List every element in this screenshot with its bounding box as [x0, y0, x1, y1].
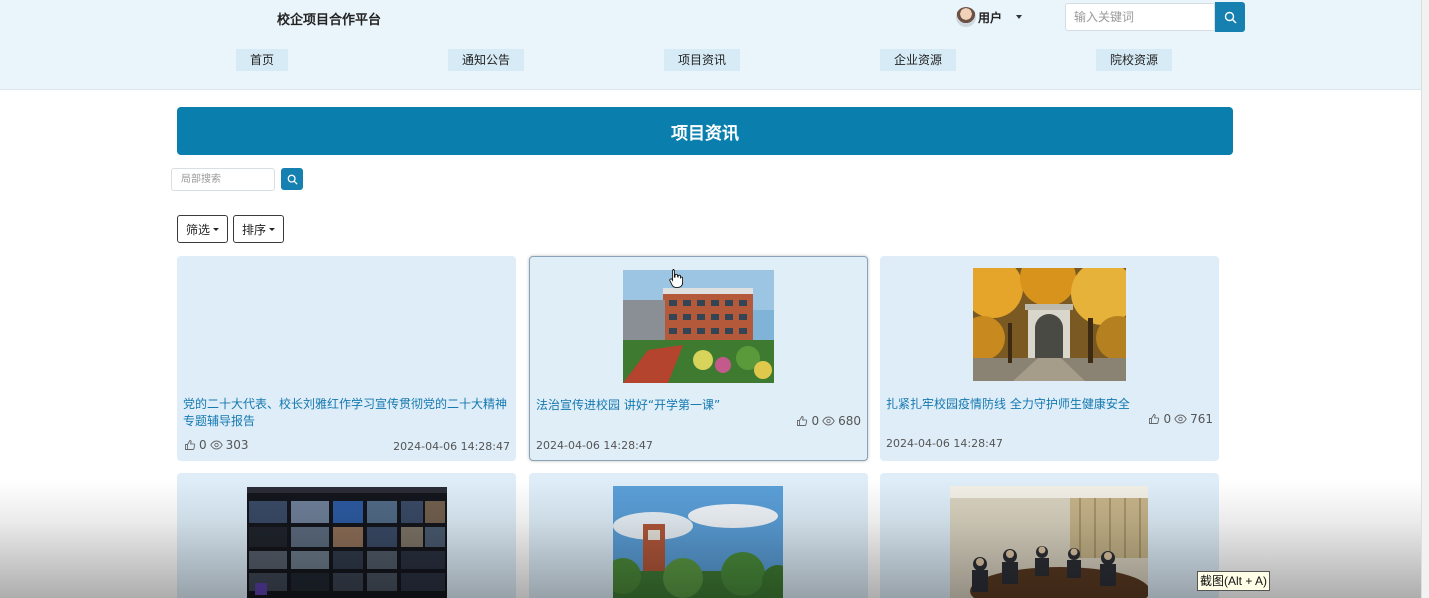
news-card[interactable] — [177, 473, 516, 598]
chevron-down-icon — [269, 227, 276, 231]
news-card-image[interactable] — [950, 486, 1148, 598]
search-button[interactable] — [1215, 2, 1245, 32]
site-title[interactable]: 校企项目合作平台 — [277, 9, 381, 28]
news-card-image[interactable] — [623, 270, 774, 383]
nav-home[interactable]: 首页 — [236, 49, 289, 71]
nav-college-resources[interactable]: 院校资源 — [1096, 49, 1173, 71]
news-card-stats: 0 303 — [184, 438, 249, 452]
news-card[interactable] — [529, 473, 868, 598]
scrollbar[interactable] — [1421, 0, 1429, 598]
avatar[interactable] — [956, 7, 976, 27]
like-count: 0 — [1163, 412, 1172, 426]
eye-icon — [822, 416, 835, 426]
local-search-button[interactable] — [281, 168, 303, 190]
thumb-up-icon[interactable] — [184, 439, 196, 451]
news-card-title[interactable]: 法治宣传进校园 讲好“开学第一课” — [536, 397, 866, 414]
search-icon — [1224, 11, 1236, 23]
like-count: 0 — [199, 438, 207, 452]
news-card-image[interactable] — [613, 486, 783, 598]
page-title-banner: 项目资讯 — [177, 107, 1233, 155]
search-icon — [287, 174, 298, 185]
view-count: 680 — [838, 414, 861, 428]
hand-cursor-icon — [669, 269, 683, 288]
nav-enterprise-resources[interactable]: 企业资源 — [880, 49, 957, 71]
thumb-up-icon[interactable] — [796, 415, 808, 427]
news-card-date: 2024-04-06 14:28:47 — [886, 437, 1003, 450]
news-card[interactable] — [880, 473, 1219, 598]
news-card[interactable]: 扎紧扎牢校园疫情防线 全力守护师生健康安全 0 761 2024-04-06 1… — [880, 256, 1219, 461]
filter-label: 筛选 — [186, 222, 211, 237]
eye-icon — [1174, 414, 1187, 424]
news-card-stats: 0 680 — [796, 414, 861, 428]
view-count: 303 — [225, 438, 249, 452]
news-card-image[interactable] — [973, 268, 1126, 381]
user-name[interactable]: 用户 — [978, 9, 1002, 26]
nav-project-news[interactable]: 项目资讯 — [664, 49, 741, 71]
nav-notices[interactable]: 通知公告 — [448, 49, 525, 71]
search-input[interactable] — [1065, 3, 1215, 31]
chevron-down-icon[interactable] — [1016, 15, 1023, 19]
user-menu[interactable]: 用户 — [956, 6, 1023, 28]
news-card[interactable]: 党的二十大代表、校长刘雅红作学习宣传贯彻党的二十大精神专题辅导报告 0 303 … — [177, 256, 516, 461]
chevron-down-icon — [213, 227, 220, 231]
screenshot-tooltip: 截图(Alt + A) — [1197, 571, 1271, 591]
news-card-title[interactable]: 党的二十大代表、校长刘雅红作学习宣传贯彻党的二十大精神专题辅导报告 — [183, 396, 513, 430]
eye-icon — [209, 440, 223, 450]
like-count: 0 — [811, 414, 820, 428]
local-search-input[interactable] — [171, 168, 275, 191]
thumb-up-icon[interactable] — [1148, 413, 1160, 425]
news-card-image[interactable] — [247, 487, 447, 598]
news-card-stats: 0 761 — [1148, 412, 1213, 426]
news-card[interactable]: 法治宣传进校园 讲好“开学第一课” 0 680 2024-04-06 14:28… — [529, 256, 868, 461]
news-card-title[interactable]: 扎紧扎牢校园疫情防线 全力守护师生健康安全 — [886, 396, 1216, 413]
sort-label: 排序 — [242, 222, 267, 237]
filter-dropdown[interactable]: 筛选 — [177, 215, 229, 243]
news-card-date: 2024-04-06 14:28:47 — [393, 440, 510, 453]
top-header: 校企项目合作平台 用户 首页 通知公告 项目资讯 企业资源 院校资源 — [0, 0, 1421, 90]
news-card-date: 2024-04-06 14:28:47 — [536, 439, 653, 452]
sort-dropdown[interactable]: 排序 — [233, 215, 285, 243]
view-count: 761 — [1190, 412, 1213, 426]
